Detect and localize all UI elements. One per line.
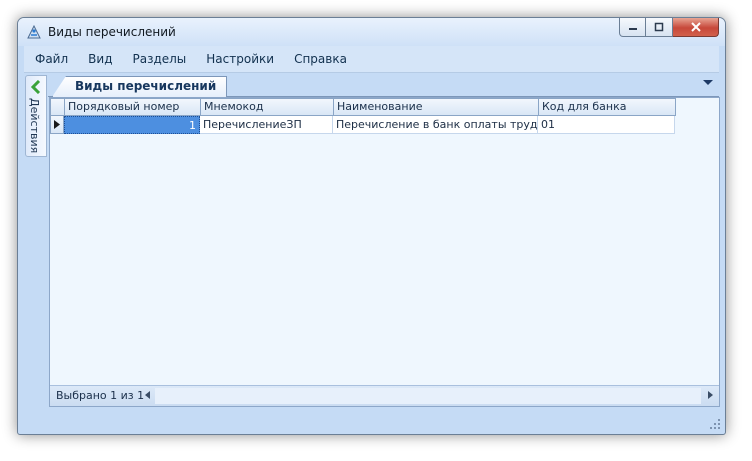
window-title: Виды перечислений bbox=[48, 25, 176, 39]
column-header-bank-code[interactable]: Код для банка bbox=[539, 98, 676, 116]
app-window: Виды перечислений Файл Вид Разделы Настр… bbox=[17, 17, 726, 435]
menu-bar: Файл Вид Разделы Настройки Справка bbox=[24, 46, 719, 73]
app-logo-icon bbox=[27, 24, 41, 39]
maximize-icon bbox=[654, 22, 664, 32]
row-indicator-header bbox=[50, 98, 65, 116]
selection-count: Выбрано 1 из 1 bbox=[56, 389, 145, 402]
column-header-name[interactable]: Наименование bbox=[334, 98, 539, 116]
grid-status-bar: Выбрано 1 из 1 bbox=[50, 385, 719, 406]
cell-mnemocode[interactable]: ПеречислениеЗП bbox=[200, 116, 333, 134]
row-indicator bbox=[50, 116, 64, 134]
title-bar[interactable]: Виды перечислений bbox=[18, 18, 725, 46]
menu-view[interactable]: Вид bbox=[79, 52, 121, 66]
close-icon bbox=[690, 22, 701, 32]
menu-settings[interactable]: Настройки bbox=[197, 52, 283, 66]
actions-side-label: Действия bbox=[28, 98, 41, 154]
cell-bank-code[interactable]: 01 bbox=[538, 116, 675, 134]
horizontal-scrollbar[interactable] bbox=[155, 388, 701, 404]
cell-name[interactable]: Перечисление в банк оплаты труда bbox=[333, 116, 538, 134]
tab-strip: Виды перечислений bbox=[48, 74, 719, 97]
row-pointer-icon bbox=[54, 120, 60, 129]
tab-list-dropdown-icon[interactable] bbox=[703, 80, 713, 85]
cell-number[interactable]: 1 bbox=[64, 116, 200, 134]
table-row[interactable]: 1 ПеречислениеЗП Перечисление в банк опл… bbox=[50, 116, 675, 134]
close-button[interactable] bbox=[673, 18, 719, 37]
menu-help[interactable]: Справка bbox=[285, 52, 356, 66]
scroll-right-icon[interactable] bbox=[708, 391, 713, 399]
chevron-left-icon[interactable] bbox=[29, 80, 43, 94]
scroll-left-icon[interactable] bbox=[145, 391, 150, 399]
resize-grip-icon[interactable] bbox=[709, 418, 721, 430]
minimize-button[interactable] bbox=[619, 18, 646, 37]
tab-payment-types[interactable]: Виды перечислений bbox=[52, 76, 228, 97]
data-grid-panel: Порядковый номер Мнемокод Наименование К… bbox=[49, 97, 720, 407]
column-header-number[interactable]: Порядковый номер bbox=[65, 98, 201, 116]
window-controls bbox=[619, 18, 719, 38]
menu-sections[interactable]: Разделы bbox=[123, 52, 195, 66]
maximize-button[interactable] bbox=[646, 18, 673, 37]
menu-file[interactable]: Файл bbox=[26, 52, 77, 66]
grid-header: Порядковый номер Мнемокод Наименование К… bbox=[50, 98, 676, 116]
minimize-icon bbox=[628, 28, 637, 30]
column-header-mnemocode[interactable]: Мнемокод bbox=[201, 98, 334, 116]
actions-side-panel[interactable]: Действия bbox=[25, 75, 47, 157]
